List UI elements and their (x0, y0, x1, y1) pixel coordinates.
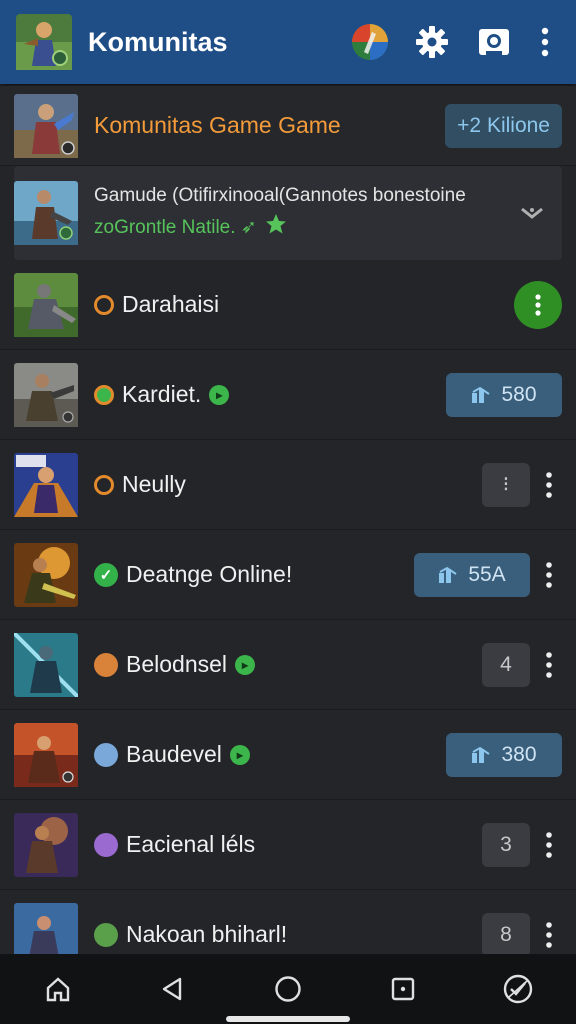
member-name: Darahaisi (122, 291, 220, 317)
count-badge[interactable]: 3 (482, 822, 530, 867)
user-avatar-icon (94, 742, 118, 767)
member-count-badge[interactable]: +2 Kilione (445, 103, 562, 148)
status-ring-icon (94, 294, 114, 315)
game-thumbnail (14, 902, 78, 954)
points-badge[interactable]: 580 (446, 372, 562, 417)
header-game-thumbnail (14, 93, 78, 158)
member-name: Baudevel (126, 741, 222, 767)
list-item[interactable]: Kardiet. ▸ 580 (0, 350, 576, 440)
status-ring-icon (94, 384, 114, 405)
member-name: Belodnsel (126, 651, 228, 677)
online-badge-icon: ▸ (229, 744, 250, 765)
points-value: 380 (501, 742, 537, 766)
status-ring-icon (94, 474, 114, 495)
game-thumbnail (14, 812, 78, 877)
points-value: 580 (501, 382, 537, 406)
gesture-home-indicator[interactable] (226, 1016, 350, 1022)
game-thumbnail (14, 272, 78, 337)
featured-post[interactable]: Gamude (Otifirxinooal(Gannotes bonestoin… (14, 166, 562, 260)
more-vert-icon[interactable] (536, 915, 562, 955)
chart-icon (472, 746, 491, 763)
user-avatar-icon (94, 922, 118, 947)
member-name: Eacienal léls (126, 831, 256, 857)
app-title: Komunitas (88, 26, 228, 57)
game-thumbnail (14, 542, 78, 607)
game-badge-icon[interactable] (490, 961, 546, 1017)
community-header: Komunitas Game Game +2 Kilione (0, 86, 576, 166)
list-item[interactable]: Nakoan bhiharl! 8 (0, 890, 576, 954)
list-item[interactable]: Eacienal léls 3 (0, 800, 576, 890)
community-title: Komunitas Game Game (94, 112, 341, 138)
chevron-down-icon[interactable] (514, 206, 550, 220)
count-badge[interactable]: ⁝ (482, 462, 530, 507)
featured-thumbnail (14, 181, 78, 245)
app-bar: Komunitas (0, 0, 576, 84)
more-options-button[interactable] (514, 280, 562, 329)
app-game-avatar[interactable] (16, 14, 72, 70)
recents-icon[interactable] (375, 961, 431, 1017)
user-avatar-icon (94, 652, 118, 677)
more-vert-icon[interactable] (536, 555, 562, 595)
back-icon[interactable] (145, 961, 201, 1017)
list-item[interactable]: ✓ Deatnge Online! 55A (0, 530, 576, 620)
member-name: Kardiet. (122, 381, 202, 407)
featured-line-2: zoGrontle Natile. ➶ (94, 216, 257, 238)
count-badge[interactable]: 8 (482, 912, 530, 954)
game-thumbnail (14, 452, 78, 517)
points-value: 55A (468, 562, 506, 586)
list-item[interactable]: Baudevel ▸ 380 (0, 710, 576, 800)
chart-icon (439, 566, 457, 583)
featured-line-1: Gamude (Otifirxinooal(Gannotes bonestoin… (94, 185, 466, 206)
game-thumbnail (14, 632, 78, 697)
community-list[interactable]: Komunitas Game Game +2 Kilione Gamude (O… (0, 86, 576, 954)
points-badge[interactable]: 55A (414, 552, 530, 597)
home-icon[interactable] (30, 961, 86, 1017)
circle-home-icon[interactable] (260, 961, 316, 1017)
chart-icon (472, 386, 491, 403)
online-badge-icon: ▸ (209, 384, 230, 405)
more-vert-icon[interactable] (530, 20, 560, 64)
online-badge-icon: ▸ (235, 654, 256, 675)
settings-gear-icon[interactable] (410, 20, 454, 64)
game-thumbnail (14, 362, 78, 427)
system-nav-bar (0, 954, 576, 1024)
points-badge[interactable]: 380 (446, 732, 562, 777)
member-name: Deatnge Online! (126, 561, 293, 587)
member-name: Neully (122, 471, 186, 497)
more-vert-icon[interactable] (536, 825, 562, 865)
verified-check-icon: ✓ (94, 562, 118, 587)
colorful-globe-icon[interactable] (348, 20, 392, 64)
game-thumbnail (14, 722, 78, 787)
camera-icon[interactable] (472, 20, 516, 64)
user-avatar-icon (94, 832, 118, 857)
list-item[interactable]: Neully ⁝ (0, 440, 576, 530)
count-badge[interactable]: 4 (482, 642, 530, 687)
star-icon (265, 213, 287, 241)
more-vert-icon[interactable] (536, 645, 562, 685)
member-name: Nakoan bhiharl! (126, 921, 288, 947)
more-vert-icon[interactable] (536, 465, 562, 505)
list-item[interactable]: Belodnsel ▸ 4 (0, 620, 576, 710)
list-item[interactable]: Darahaisi (0, 260, 576, 350)
